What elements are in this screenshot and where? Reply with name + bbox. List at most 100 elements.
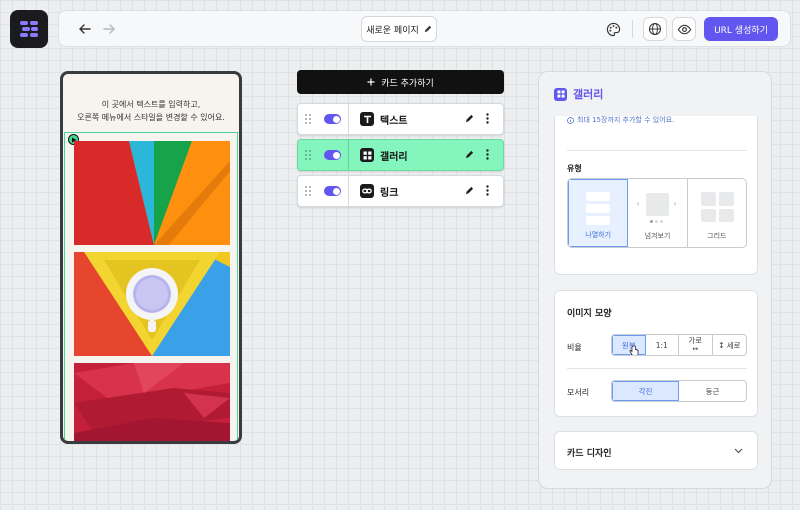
type-label: 유형 xyxy=(567,164,582,173)
preview-button[interactable] xyxy=(672,17,696,41)
image-shape-title: 이미지 모양 xyxy=(567,309,612,319)
arrow-right-icon xyxy=(103,24,115,34)
arrow-left-icon xyxy=(79,24,91,34)
card-toggle[interactable] xyxy=(324,186,341,196)
edit-pencil-icon[interactable] xyxy=(465,114,474,123)
drag-handle-icon[interactable] xyxy=(305,114,311,124)
add-card-label: 카드 추가하기 xyxy=(381,78,434,89)
add-card-button[interactable]: 카드 추가하기 xyxy=(297,70,504,94)
globe-icon xyxy=(648,22,662,36)
gallery-settings-panel: 갤러리 최대 15장까지 추가할 수 있어요. 유형 나열하기 ‹ › 넘겨보기… xyxy=(538,71,772,489)
top-toolbar: 새로운 페이지 URL 생성하기 xyxy=(58,10,791,47)
card-label: 링크 xyxy=(380,188,399,199)
text-t-glyph-icon xyxy=(363,115,371,123)
card-label: 텍스트 xyxy=(380,116,408,127)
corner-label: 모서리 xyxy=(567,388,590,397)
corner-selector: 각진 둥근 xyxy=(611,380,747,402)
card-label: 갤러리 xyxy=(380,152,408,163)
chevron-right-icon: › xyxy=(673,199,677,208)
phone-text-line: 이 곳에서 텍스트를 입력하고, xyxy=(101,100,201,109)
toolbar-divider xyxy=(632,20,633,38)
panel-title: 갤러리 xyxy=(573,88,604,101)
gallery-image[interactable] xyxy=(74,252,230,356)
ratio-option-square[interactable]: 1:1 xyxy=(646,335,680,355)
globe-button[interactable] xyxy=(643,17,667,41)
gallery-type-section: 최대 15장까지 추가할 수 있어요. 유형 나열하기 ‹ › 넘겨보기 그리드 xyxy=(554,95,758,275)
horizontal-arrow-icon: ↔ xyxy=(692,345,699,353)
phone-text-block[interactable]: 이 곳에서 텍스트를 입력하고, 오른쪽 메뉴에서 스타일을 변경할 수 있어요… xyxy=(63,98,239,124)
corner-option-square[interactable]: 각진 xyxy=(612,381,680,401)
link-icon xyxy=(360,184,374,198)
ratio-option-landscape[interactable]: 가로 ↔ xyxy=(679,335,713,355)
divider xyxy=(567,150,747,151)
drag-handle-icon[interactable] xyxy=(305,150,311,160)
palette-button[interactable] xyxy=(602,18,624,40)
row-divider xyxy=(348,176,349,206)
ratio-option-label: 세로 xyxy=(726,340,741,350)
chevron-left-icon: ‹ xyxy=(636,199,640,208)
type-option-label: 나열하기 xyxy=(585,231,612,239)
page-name-button[interactable]: 새로운 페이지 xyxy=(361,16,437,42)
gallery-type-selector: 나열하기 ‹ › 넘겨보기 그리드 xyxy=(567,178,747,248)
more-vertical-icon[interactable] xyxy=(486,149,489,160)
gallery-image-art xyxy=(74,363,230,441)
slide-layout-icon xyxy=(646,193,670,216)
info-icon xyxy=(567,116,574,124)
type-option-label: 넘겨보기 xyxy=(644,232,671,240)
ratio-option-original[interactable]: 원본 xyxy=(612,335,646,355)
card-row-gallery[interactable]: 갤러리 xyxy=(297,139,504,171)
forward-button[interactable] xyxy=(99,19,119,39)
grid-glyph-icon xyxy=(363,151,371,159)
ratio-option-portrait[interactable]: ↕ 세로 xyxy=(713,335,746,355)
back-button[interactable] xyxy=(75,19,95,39)
gallery-image[interactable] xyxy=(74,141,230,245)
palette-icon xyxy=(606,22,620,36)
card-toggle[interactable] xyxy=(324,114,341,124)
list-layout-icon xyxy=(586,192,610,226)
text-icon xyxy=(360,112,374,126)
gallery-image-art xyxy=(74,141,230,245)
type-option-grid[interactable]: 그리드 xyxy=(688,179,746,247)
ratio-option-label: 가로 xyxy=(688,336,703,345)
corner-option-label: 둥근 xyxy=(705,386,720,396)
edit-pencil-icon[interactable] xyxy=(465,150,474,159)
page-name-label: 새로운 페이지 xyxy=(366,25,419,36)
phone-preview: 이 곳에서 텍스트를 입력하고, 오른쪽 메뉴에서 스타일을 변경할 수 있어요… xyxy=(60,71,242,444)
type-option-label: 그리드 xyxy=(707,232,727,240)
image-limit-note: 최대 15장까지 추가할 수 있어요. xyxy=(567,115,674,125)
card-design-title: 카드 디자인 xyxy=(567,449,612,459)
more-vertical-icon[interactable] xyxy=(486,185,489,196)
type-option-slide[interactable]: ‹ › 넘겨보기 xyxy=(628,179,688,247)
pager-dots-icon xyxy=(650,220,664,223)
chevron-down-icon[interactable] xyxy=(734,448,743,454)
corner-option-label: 각진 xyxy=(638,386,653,396)
more-vertical-icon[interactable] xyxy=(486,113,489,124)
edit-pencil-icon[interactable] xyxy=(465,186,474,195)
hand-cursor-icon xyxy=(629,345,639,355)
ratio-label: 비율 xyxy=(567,343,582,352)
card-row-link[interactable]: 링크 xyxy=(297,175,504,207)
gallery-icon xyxy=(360,148,374,162)
card-row-text[interactable]: 텍스트 xyxy=(297,103,504,135)
row-divider xyxy=(348,104,349,134)
logo-icon xyxy=(20,21,38,37)
grid-glyph-icon xyxy=(556,90,565,98)
drag-handle-icon[interactable] xyxy=(305,186,311,196)
pencil-icon xyxy=(424,25,431,33)
grid-layout-icon xyxy=(700,192,734,222)
panel-header: 갤러리 xyxy=(539,72,771,116)
type-option-list[interactable]: 나열하기 xyxy=(568,179,629,247)
gallery-image[interactable] xyxy=(74,363,230,441)
phone-text-line: 오른쪽 메뉴에서 스타일을 변경할 수 있어요. xyxy=(77,113,225,122)
card-toggle[interactable] xyxy=(324,150,341,160)
corner-option-rounded[interactable]: 둥근 xyxy=(679,381,746,401)
generate-url-button[interactable]: URL 생성하기 xyxy=(704,17,778,41)
vertical-arrow-icon: ↕ xyxy=(718,340,725,350)
image-shape-section: 이미지 모양 비율 원본 1:1 가로 ↔ ↕ 세로 모서리 각진 둥근 xyxy=(554,290,758,417)
card-design-section[interactable]: 카드 디자인 xyxy=(554,431,758,470)
link-glyph-icon xyxy=(362,188,372,194)
app-logo[interactable] xyxy=(10,10,48,48)
gallery-icon xyxy=(554,87,567,101)
eye-icon xyxy=(677,24,691,34)
plus-icon xyxy=(367,78,375,86)
